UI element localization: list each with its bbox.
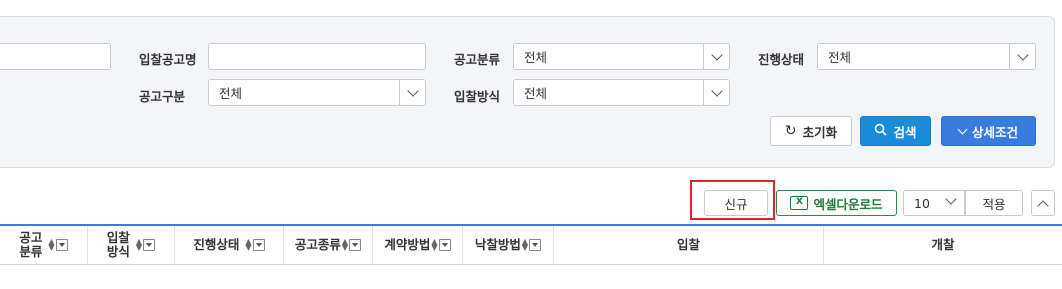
new-button[interactable]: 신규 [704,190,768,216]
sort-filter-control[interactable]: ▲ ▼ [48,238,68,252]
search-button-label: 검색 [893,124,917,140]
column-header-label: 입찰 방식 [106,230,130,259]
column-header[interactable]: 개찰 [824,226,1062,264]
progress-status-value: 전체 [828,50,852,65]
column-header-label: 계약방법 [384,237,431,252]
sort-icon[interactable]: ▲ ▼ [48,238,54,252]
bid-method-label: 입찰방식 [454,89,501,104]
filter-dropdown-icon[interactable] [529,239,542,251]
filter-dropdown-icon[interactable] [438,239,451,251]
column-header-label: 공고종류 [294,237,341,252]
chevron-down-icon [945,193,957,205]
keyword-input[interactable] [0,43,111,70]
reset-button[interactable]: ↻ 초기화 [770,116,852,146]
filter-dropdown-icon[interactable] [55,239,68,251]
column-header-label: 진행상태 [193,237,240,252]
notice-category-value: 전체 [524,50,548,65]
notice-category-label: 공고분류 [454,52,501,67]
sort-icon[interactable]: ▲ ▼ [522,238,528,252]
column-header[interactable]: 낙찰방법 ▲ ▼ [463,226,554,264]
new-button-label: 신규 [724,196,748,212]
column-header[interactable]: 입찰 [554,226,824,264]
bid-method-select[interactable]: 전체 [513,79,730,106]
column-header[interactable]: 공고 분류 ▲ ▼ [0,226,88,264]
column-header[interactable]: 진행상태 ▲ ▼ [175,226,284,264]
sort-filter-control[interactable]: ▲ ▼ [342,238,362,252]
column-header-label: 입찰 [676,237,700,252]
chevron-down-icon [703,44,729,69]
collapse-button[interactable] [1031,190,1055,216]
sort-icon[interactable]: ▲ ▼ [245,238,251,252]
chevron-down-icon [957,124,968,134]
notice-type-label: 공고구분 [139,89,186,104]
filter-dropdown-icon[interactable] [349,239,362,251]
sort-filter-control[interactable]: ▲ ▼ [136,238,156,252]
sort-filter-control[interactable]: ▲ ▼ [522,238,542,252]
column-header[interactable]: 계약방법 ▲ ▼ [373,226,463,264]
progress-status-select[interactable]: 전체 [817,43,1036,70]
apply-button[interactable]: 적용 [965,190,1023,216]
reset-button-label: 초기화 [802,124,838,140]
search-icon [874,123,888,139]
bid-name-input[interactable] [208,43,426,70]
notice-type-value: 전체 [219,86,243,101]
chevron-down-icon [703,80,729,105]
filter-dropdown-icon[interactable] [252,239,265,251]
detail-conditions-button[interactable]: 상세조건 [941,116,1036,146]
grid-header: 공고 분류 ▲ ▼ 입찰 방식 ▲ ▼ 진행상태 ▲ ▼ 공고종류 ▲ ▼ 계약방법 ▲… [0,224,1062,265]
page-size-value: 10 [914,195,930,211]
apply-button-label: 적용 [982,196,1006,212]
sort-filter-control[interactable]: ▲ ▼ [431,238,451,252]
excel-icon: X [790,196,809,210]
progress-status-label: 진행상태 [758,52,805,67]
excel-download-label: 엑셀다운로드 [813,196,883,212]
filter-dropdown-icon[interactable] [143,239,156,251]
sort-icon[interactable]: ▲ ▼ [431,238,437,252]
column-header-label: 개찰 [931,237,955,252]
sort-filter-control[interactable]: ▲ ▼ [245,238,265,252]
page-size-select[interactable]: 10 [903,190,965,216]
bid-method-value: 전체 [524,86,548,101]
chevron-up-icon [1037,197,1049,212]
excel-download-button[interactable]: X 엑셀다운로드 [776,190,897,216]
column-header[interactable]: 입찰 방식 ▲ ▼ [88,226,175,264]
column-header[interactable]: 공고종류 ▲ ▼ [284,226,373,264]
search-panel: 입찰공고명 공고분류 전체 진행상태 전체 공고구분 전체 입찰방식 전체 ↻ … [0,16,1055,168]
notice-category-select[interactable]: 전체 [513,43,730,70]
column-header-label: 낙찰방법 [474,237,521,252]
search-button[interactable]: 검색 [860,116,931,146]
detail-conditions-label: 상세조건 [971,124,1018,140]
chevron-down-icon [1009,44,1035,69]
notice-type-select[interactable]: 전체 [208,79,426,106]
sort-icon[interactable]: ▲ ▼ [136,238,142,252]
bid-name-label: 입찰공고명 [139,52,197,67]
chevron-down-icon [399,80,425,105]
refresh-icon: ↻ [784,123,797,139]
column-header-label: 공고 분류 [19,230,43,259]
sort-icon[interactable]: ▲ ▼ [342,238,348,252]
